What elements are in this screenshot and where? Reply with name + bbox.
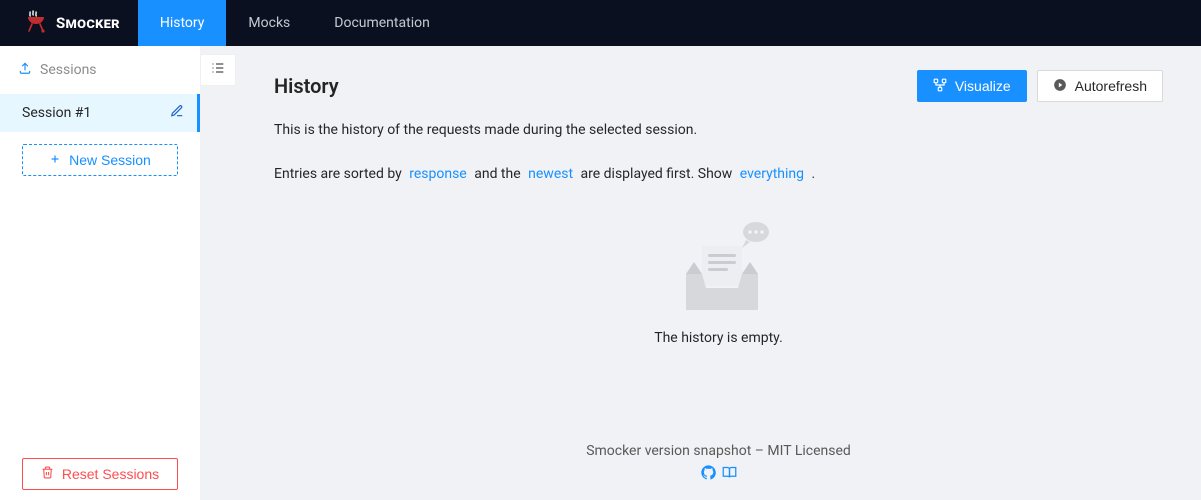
sort-end: .	[812, 166, 816, 182]
sidebar: Sessions Session #1	[0, 46, 200, 500]
logo[interactable]: Smocker	[0, 0, 138, 46]
github-link[interactable]	[701, 465, 716, 484]
sort-line: Entries are sorted by response and the n…	[274, 166, 1163, 182]
sessions-list-button[interactable]	[200, 54, 236, 86]
grill-icon	[24, 9, 48, 37]
sort-suffix: are displayed first. Show	[581, 166, 733, 182]
new-session-label: New Session	[69, 152, 151, 168]
nav-mocks[interactable]: Mocks	[226, 0, 312, 46]
sort-middle: and the	[474, 166, 520, 182]
page-actions: Visualize Autorefresh	[917, 70, 1163, 102]
footer: Smocker version snapshot – MIT Licensed	[274, 433, 1163, 500]
trash-icon	[41, 466, 54, 482]
session-item-label: Session #1	[22, 105, 91, 121]
brand-name: Smocker	[56, 14, 120, 32]
session-item[interactable]: Session #1	[0, 94, 200, 132]
page-title: History	[274, 74, 339, 98]
plus-icon	[49, 152, 61, 168]
filter-link[interactable]: everything	[736, 166, 808, 182]
autorefresh-button[interactable]: Autorefresh	[1037, 70, 1163, 102]
visualize-label: Visualize	[955, 78, 1011, 94]
sidebar-header: Sessions	[0, 46, 200, 94]
book-icon	[722, 468, 737, 484]
sort-order-link[interactable]: newest	[524, 166, 577, 182]
autorefresh-label: Autorefresh	[1075, 78, 1147, 94]
edit-icon[interactable]	[170, 104, 184, 122]
empty-text: The history is empty.	[654, 330, 783, 346]
graph-icon	[933, 78, 947, 95]
page-description: This is the history of the requests made…	[274, 122, 1163, 138]
footer-text: Smocker version snapshot – MIT Licensed	[274, 443, 1163, 459]
nav-documentation[interactable]: Documentation	[312, 0, 452, 46]
session-list: Session #1 New Session	[0, 94, 200, 458]
visualize-button[interactable]: Visualize	[917, 70, 1027, 102]
reset-sessions-label: Reset Sessions	[62, 466, 159, 482]
sidebar-title: Sessions	[40, 62, 97, 78]
sort-prefix: Entries are sorted by	[274, 166, 402, 182]
new-session-button[interactable]: New Session	[22, 144, 178, 176]
empty-state: The history is empty.	[274, 182, 1163, 433]
github-icon	[701, 468, 716, 484]
main-nav: History Mocks Documentation	[138, 0, 452, 46]
sort-by-link[interactable]: response	[405, 166, 471, 182]
app-header: Smocker History Mocks Documentation	[0, 0, 1201, 46]
nav-history[interactable]: History	[138, 0, 227, 46]
upload-icon[interactable]	[18, 61, 32, 79]
docs-link[interactable]	[722, 465, 737, 484]
play-circle-icon	[1053, 78, 1067, 95]
reset-sessions-button[interactable]: Reset Sessions	[22, 458, 178, 490]
main-content: History Visualize	[200, 46, 1201, 500]
empty-illustration	[664, 218, 774, 318]
list-icon	[210, 60, 226, 80]
